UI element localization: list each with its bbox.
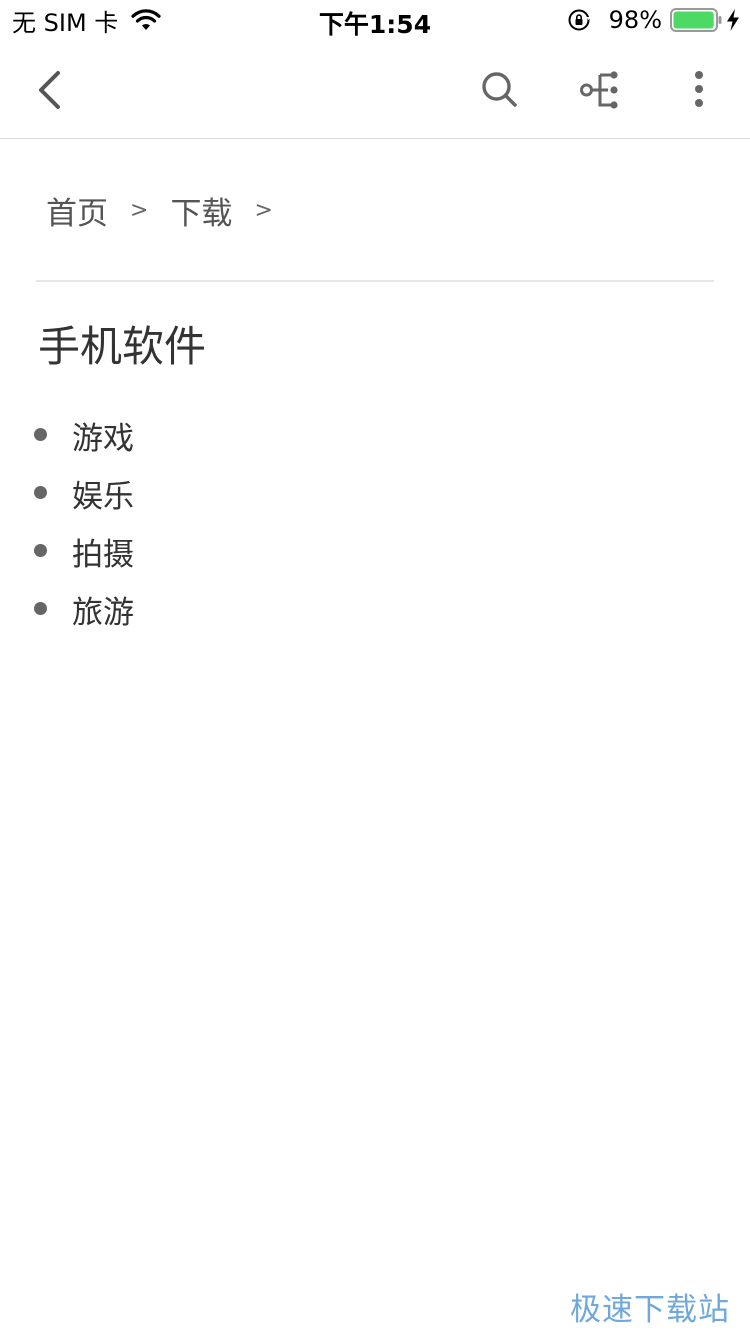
category-link[interactable]: 游戏 — [72, 413, 134, 458]
charging-bolt-icon — [727, 9, 739, 31]
battery-percent: 98% — [608, 6, 662, 34]
category-link[interactable]: 娱乐 — [72, 471, 134, 516]
divider — [36, 280, 714, 282]
bullet-icon — [34, 428, 47, 441]
back-chevron-icon[interactable] — [30, 68, 70, 112]
category-link[interactable]: 旅游 — [72, 587, 134, 632]
status-right: 98% — [567, 5, 740, 35]
category-link[interactable]: 拍摄 — [72, 529, 134, 574]
category-list: 游戏 娱乐 拍摄 旅游 — [0, 406, 750, 638]
more-vertical-icon[interactable] — [678, 68, 722, 112]
page-title: 手机软件 — [38, 322, 207, 371]
navigation-bar — [0, 40, 750, 139]
breadcrumb-download-link[interactable]: 下载 — [170, 188, 232, 233]
list-item[interactable]: 旅游 — [0, 580, 750, 638]
battery-icon — [670, 8, 722, 32]
breadcrumb-separator: > — [254, 197, 273, 223]
breadcrumb-separator: > — [130, 197, 149, 223]
bullet-icon — [34, 486, 47, 499]
breadcrumb: 首页 > 下载 > — [46, 188, 295, 232]
bullet-icon — [34, 602, 47, 615]
rotation-lock-icon — [568, 9, 591, 31]
list-item[interactable]: 拍摄 — [0, 522, 750, 580]
list-item[interactable]: 游戏 — [0, 406, 750, 464]
status-bar: 无 SIM 卡 下午1:54 98% — [0, 0, 750, 40]
breadcrumb-home-link[interactable]: 首页 — [46, 188, 108, 233]
watermark-logo: 极速下载站 — [570, 1292, 730, 1328]
bullet-icon — [34, 544, 47, 557]
app-screen: 无 SIM 卡 下午1:54 98% 首页 > 下载 > 手机软件 游戏 娱乐 … — [0, 0, 750, 1334]
list-item[interactable]: 娱乐 — [0, 464, 750, 522]
tree-structure-icon[interactable] — [578, 68, 622, 112]
search-icon[interactable] — [478, 68, 522, 112]
